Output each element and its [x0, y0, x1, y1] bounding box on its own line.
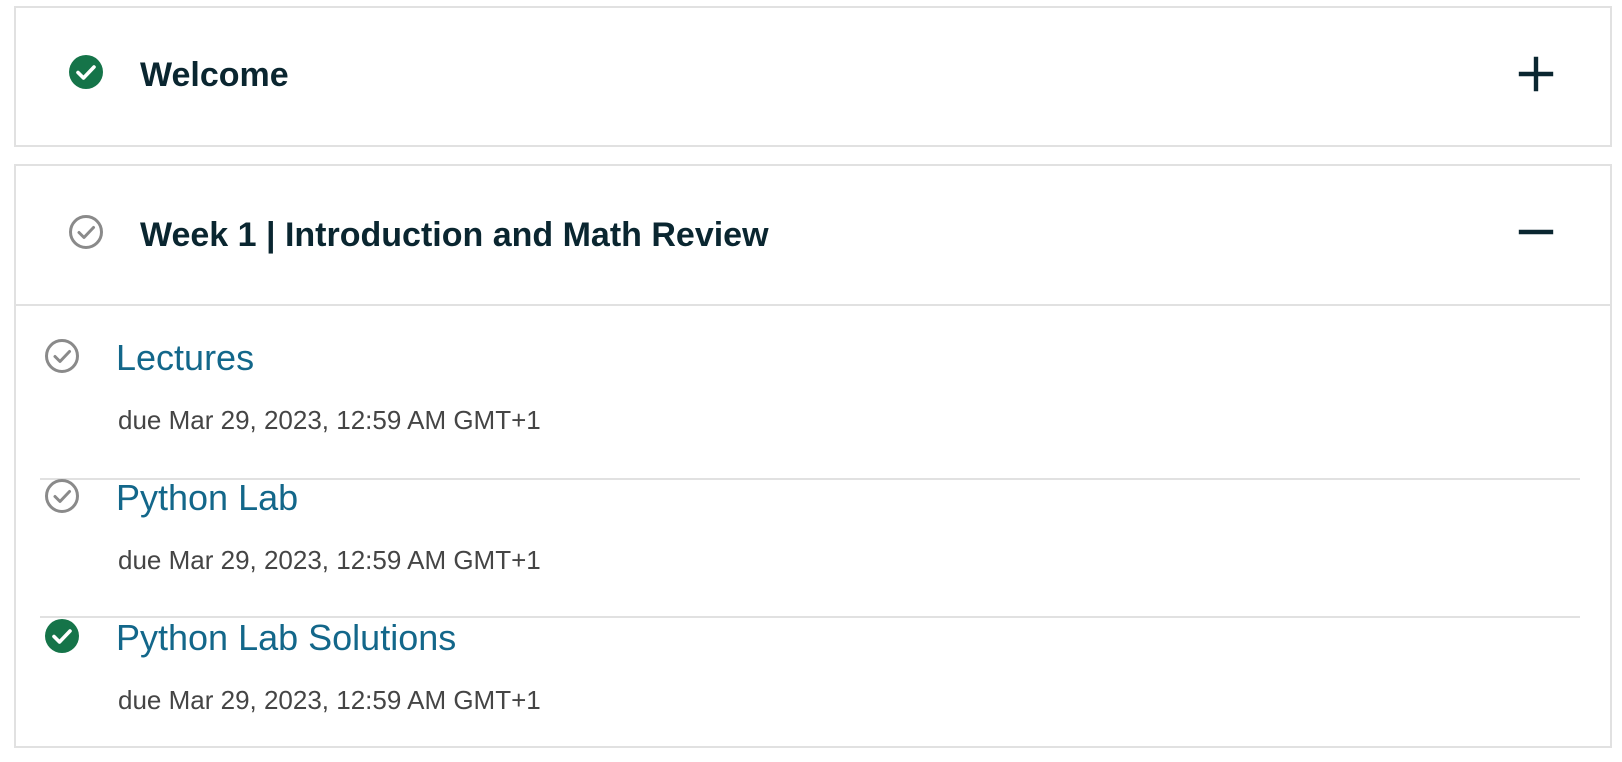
- minus-icon[interactable]: [1518, 214, 1554, 250]
- check-circle-filled-icon: [44, 618, 80, 654]
- plus-icon[interactable]: [1518, 56, 1554, 92]
- section-week-1: Week 1 | Introduction and Math Review Le…: [14, 164, 1612, 748]
- section-welcome-header[interactable]: Welcome: [16, 8, 1610, 145]
- due-date: due Mar 29, 2023, 12:59 AM GMT+1: [118, 545, 541, 575]
- due-date: due Mar 29, 2023, 12:59 AM GMT+1: [118, 685, 541, 715]
- section-title: Week 1 | Introduction and Math Review: [140, 216, 769, 254]
- check-circle-outline-icon: [44, 338, 80, 374]
- due-date: due Mar 29, 2023, 12:59 AM GMT+1: [118, 405, 541, 435]
- check-circle-outline-icon: [44, 478, 80, 514]
- unit-link-python-lab-solutions[interactable]: Python Lab Solutions: [116, 616, 456, 660]
- unit-link-python-lab[interactable]: Python Lab: [116, 476, 298, 520]
- list-item: Python Lab Solutions due Mar 29, 2023, 1…: [40, 616, 1580, 738]
- section-welcome: Welcome: [14, 6, 1612, 147]
- section-week-1-header[interactable]: Week 1 | Introduction and Math Review: [16, 166, 1610, 306]
- list-item: Lectures due Mar 29, 2023, 12:59 AM GMT+…: [40, 326, 1580, 480]
- check-circle-filled-icon: [68, 54, 104, 90]
- list-item: Python Lab due Mar 29, 2023, 12:59 AM GM…: [40, 476, 1580, 618]
- section-title: Welcome: [140, 56, 289, 94]
- unit-link-lectures[interactable]: Lectures: [116, 336, 254, 380]
- check-circle-outline-icon: [68, 214, 104, 250]
